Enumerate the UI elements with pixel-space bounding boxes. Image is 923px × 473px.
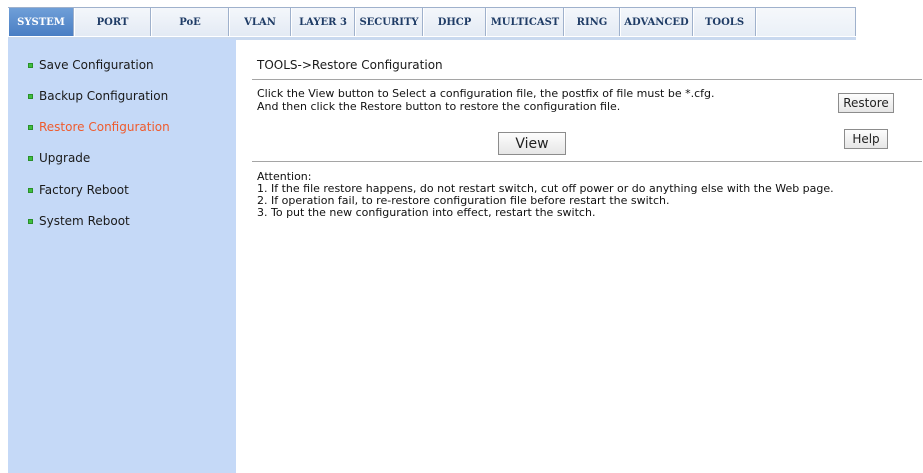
bullet-icon <box>28 62 33 68</box>
help-button[interactable]: Help <box>844 129 888 149</box>
tab-vlan[interactable]: VLAN <box>229 8 291 36</box>
sidebar-item-label: Restore Configuration <box>39 120 170 134</box>
tab-security[interactable]: SECURITY <box>355 8 423 36</box>
bullet-icon <box>28 187 33 193</box>
sidebar-item-factory-reboot[interactable]: Factory Reboot <box>28 180 129 200</box>
sidebar-item-label: Upgrade <box>39 151 91 165</box>
bullet-icon <box>28 93 33 99</box>
section-divider <box>252 161 922 162</box>
sidebar-item-upgrade[interactable]: Upgrade <box>28 148 90 168</box>
tab-bar-filler <box>756 8 856 36</box>
bullet-icon <box>28 155 33 161</box>
sidebar-item-system-reboot[interactable]: System Reboot <box>28 211 130 231</box>
sidebar: Save Configuration Backup Configuration … <box>8 39 236 473</box>
bullet-icon <box>28 124 33 130</box>
tab-layer-3[interactable]: LAYER 3 <box>291 8 355 36</box>
view-button[interactable]: View <box>498 132 566 155</box>
sidebar-item-restore-configuration[interactable]: Restore Configuration <box>28 117 170 137</box>
tab-dhcp[interactable]: DHCP <box>423 8 486 36</box>
sidebar-item-label: Backup Configuration <box>39 89 169 103</box>
bullet-icon <box>28 218 33 224</box>
description-line-2: And then click the Restore button to res… <box>257 100 621 113</box>
tab-poe[interactable]: PoE <box>151 8 229 36</box>
sidebar-item-label: Factory Reboot <box>39 183 129 197</box>
sidebar-item-label: Save Configuration <box>39 58 154 72</box>
tab-ring[interactable]: RING <box>564 8 620 36</box>
attention-item-3: 3. To put the new configuration into eff… <box>257 206 596 219</box>
description-line-1: Click the View button to Select a config… <box>257 87 715 100</box>
nav-tabs: SYSTEM PORT PoE VLAN LAYER 3 SECURITY DH… <box>8 7 856 40</box>
sidebar-item-backup-configuration[interactable]: Backup Configuration <box>28 86 168 106</box>
tab-multicast[interactable]: MULTICAST <box>486 8 564 36</box>
page-title: TOOLS->Restore Configuration <box>257 58 443 72</box>
top-navigation-bar: SYSTEM PORT PoE VLAN LAYER 3 SECURITY DH… <box>0 0 923 40</box>
tab-advanced[interactable]: ADVANCED <box>620 8 693 36</box>
restore-button[interactable]: Restore <box>838 93 894 113</box>
tab-tools[interactable]: TOOLS <box>693 8 756 36</box>
main-content: TOOLS->Restore Configuration Click the V… <box>236 39 923 473</box>
tab-system[interactable]: SYSTEM <box>8 8 74 36</box>
title-divider <box>252 79 922 80</box>
tab-port[interactable]: PORT <box>74 8 151 36</box>
sidebar-item-save-configuration[interactable]: Save Configuration <box>28 55 154 75</box>
sidebar-item-label: System Reboot <box>39 214 130 228</box>
